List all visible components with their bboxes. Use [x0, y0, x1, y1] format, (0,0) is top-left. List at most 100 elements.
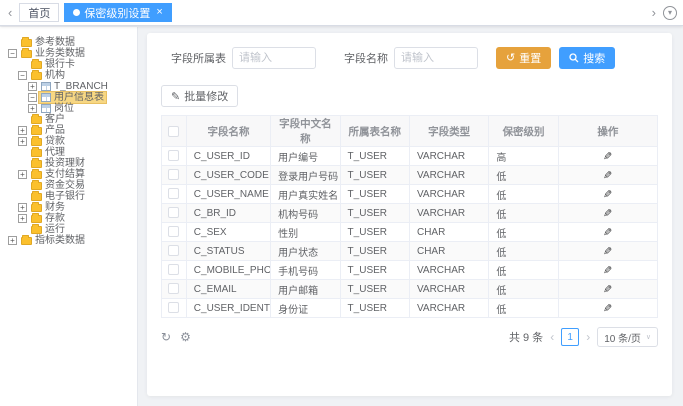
tree-expand-icon[interactable]: + — [18, 137, 27, 146]
reset-button[interactable]: ↺ 重置 — [496, 47, 551, 69]
table-name-cell: T_USER — [340, 299, 409, 318]
row-edit-button[interactable]: ✎ — [603, 226, 612, 239]
row-edit-button[interactable]: ✎ — [603, 283, 612, 296]
table-body: C_USER_ID用户编号T_USERVARCHAR高✎C_USER_CODE登… — [162, 147, 658, 318]
row-checkbox[interactable] — [168, 264, 179, 275]
field-name-label: 字段名称 — [344, 50, 388, 66]
tab-menu-icon[interactable]: ▾ — [663, 6, 677, 20]
tab-scroll-left-icon[interactable]: ‹ — [6, 6, 14, 19]
row-edit-button[interactable]: ✎ — [603, 150, 612, 163]
row-checkbox[interactable] — [168, 226, 179, 237]
row-actions-cell: ✎ — [558, 185, 657, 204]
tree-expand-icon[interactable]: + — [18, 126, 27, 135]
row-checkbox-cell — [162, 299, 187, 318]
field-cn-name-cell: 用户状态 — [271, 242, 340, 261]
pagination-total: 共 9 条 — [509, 329, 543, 345]
table-name-cell: T_USER — [340, 280, 409, 299]
row-checkbox[interactable] — [168, 245, 179, 256]
table-header-0: 字段名称 — [186, 116, 270, 147]
row-actions-cell: ✎ — [558, 242, 657, 261]
search-form: 字段所属表 字段名称 ↺ 重置 搜索 — [161, 47, 658, 69]
secrecy-level-cell: 低 — [489, 280, 558, 299]
row-checkbox[interactable] — [168, 169, 179, 180]
tree-node[interactable]: 支付结算 — [29, 169, 87, 180]
active-tab-dot-icon — [73, 9, 80, 16]
tree-expand-icon[interactable]: + — [18, 203, 27, 212]
tree-node[interactable]: 资金交易 — [29, 180, 87, 191]
tree-row: 投资理财 — [0, 158, 137, 169]
row-checkbox-cell — [162, 242, 187, 261]
page-number-1[interactable]: 1 — [561, 328, 579, 346]
tree-node[interactable]: 代理 — [29, 147, 67, 158]
tree-node[interactable]: 财务 — [29, 202, 67, 213]
row-edit-button[interactable]: ✎ — [603, 264, 612, 277]
tree-expand-icon[interactable]: + — [18, 214, 27, 223]
row-checkbox[interactable] — [168, 302, 179, 313]
tree-node[interactable]: 存款 — [29, 213, 67, 224]
tree-node[interactable]: 岗位 — [39, 103, 76, 114]
tree-collapse-icon[interactable]: − — [18, 71, 27, 80]
tab-home[interactable]: 首页 — [19, 3, 59, 22]
row-checkbox[interactable] — [168, 283, 179, 294]
row-edit-button[interactable]: ✎ — [603, 245, 612, 258]
table-row: C_BR_ID机构号码T_USERVARCHAR低✎ — [162, 204, 658, 223]
row-edit-button[interactable]: ✎ — [603, 302, 612, 315]
tree-row: +T_BRANCH — [0, 81, 137, 92]
tab-secrecy-level-settings[interactable]: 保密级别设置 × — [64, 3, 171, 22]
search-label: 搜索 — [583, 50, 605, 66]
tree-row: −机构 — [0, 70, 137, 81]
field-table-input[interactable] — [232, 47, 316, 69]
field-type-cell: CHAR — [409, 242, 488, 261]
tree-node[interactable]: T_BRANCH — [39, 81, 110, 92]
row-edit-button[interactable]: ✎ — [603, 169, 612, 182]
secrecy-level-cell: 低 — [489, 204, 558, 223]
row-checkbox[interactable] — [168, 150, 179, 161]
field-name-input[interactable] — [394, 47, 478, 69]
tree-expand-icon[interactable]: + — [8, 236, 17, 245]
folder-icon — [31, 193, 42, 201]
row-edit-button[interactable]: ✎ — [603, 188, 612, 201]
search-button[interactable]: 搜索 — [559, 47, 615, 69]
tree-node[interactable]: 指标类数据 — [19, 235, 87, 246]
tree-expand-icon[interactable]: + — [18, 170, 27, 179]
tree-node[interactable]: 投资理财 — [29, 158, 87, 169]
tree-node[interactable]: 业务类数据 — [19, 48, 87, 59]
tree-node-label: 存款 — [45, 213, 65, 224]
next-page-icon[interactable]: › — [586, 330, 590, 344]
tree-node[interactable]: 贷款 — [29, 136, 67, 147]
batch-edit-pencil-icon: ✎ — [171, 90, 180, 103]
tree-node[interactable]: 产品 — [29, 125, 67, 136]
tab-close-icon[interactable]: × — [156, 7, 162, 18]
tree-row: 银行卡 — [0, 59, 137, 70]
tree-collapse-icon[interactable]: − — [28, 93, 37, 102]
pagination: 共 9 条 ‹ 1 › 10 条/页 ∨ — [509, 327, 658, 347]
prev-page-icon[interactable]: ‹ — [550, 330, 554, 344]
row-edit-button[interactable]: ✎ — [603, 207, 612, 220]
tree-expand-icon[interactable]: + — [28, 104, 37, 113]
refresh-icon[interactable]: ↻ — [161, 331, 171, 343]
tree-node[interactable]: 参考数据 — [19, 37, 77, 48]
field-cn-name-cell: 机构号码 — [271, 204, 340, 223]
tree-node[interactable]: 电子银行 — [29, 191, 87, 202]
tree-expand-icon[interactable]: + — [28, 82, 37, 91]
tree-node[interactable]: 银行卡 — [29, 59, 77, 70]
row-checkbox-cell — [162, 185, 187, 204]
tree-node[interactable]: 客户 — [29, 114, 67, 125]
batch-edit-button[interactable]: ✎ 批量修改 — [161, 85, 238, 107]
tree-node[interactable]: 运行 — [29, 224, 67, 235]
table-name-cell: T_USER — [340, 242, 409, 261]
field-cn-name-cell: 用户编号 — [271, 147, 340, 166]
row-checkbox[interactable] — [168, 188, 179, 199]
secrecy-level-cell: 低 — [489, 166, 558, 185]
row-checkbox[interactable] — [168, 207, 179, 218]
folder-icon — [31, 204, 42, 212]
tree-collapse-icon[interactable]: − — [8, 49, 17, 58]
app-window: ‹ 首页 保密级别设置 × › ▾ 参考数据−业务类数据银行卡−机构+T_BRA… — [0, 0, 683, 406]
tree-node[interactable]: 机构 — [29, 70, 67, 81]
gear-icon[interactable]: ⚙ — [180, 331, 191, 343]
select-all-checkbox[interactable] — [168, 126, 179, 137]
tab-scroll-right-icon[interactable]: › — [650, 6, 658, 19]
fields-table: 字段名称字段中文名称所属表名称字段类型保密级别操作 C_USER_ID用户编号T… — [161, 115, 658, 318]
tree-node[interactable]: 用户信息表 — [39, 92, 106, 103]
page-size-select[interactable]: 10 条/页 ∨ — [597, 327, 658, 347]
